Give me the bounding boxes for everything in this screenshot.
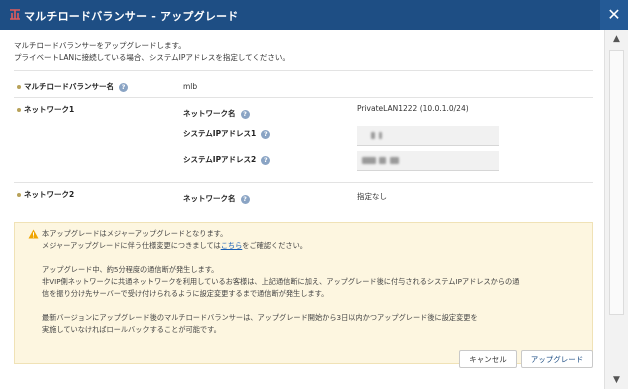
intro-line-1: マルチロードバランサーをアップグレードします。 — [14, 41, 186, 50]
close-button[interactable]: ✕ — [600, 0, 628, 30]
notice-line-3: アップグレード中、約5分程度の通信断が発生します。 — [42, 265, 219, 274]
intro-line-2: プライベートLANに接続している場合、システムIPアドレスを指定してください。 — [14, 53, 290, 62]
system-ip1-label: システムIPアドレス1? — [183, 128, 271, 139]
cancel-button[interactable]: キャンセル — [459, 350, 517, 368]
close-icon: ✕ — [607, 5, 621, 24]
vertical-scrollbar[interactable]: ▲ ▼ — [604, 30, 628, 389]
help-icon[interactable]: ? — [240, 194, 250, 204]
network1-name-value: PrivateLAN1222 (10.0.1.0/24) — [357, 104, 469, 113]
dialog-body: マルチロードバランサーをアップグレードします。 プライベートLANに接続している… — [0, 30, 604, 389]
dialog-title: マルチロードバランサー - アップグレード — [24, 10, 239, 23]
upgrade-notice: 本アップグレードはメジャーアップグレードとなります。 メジャーアップグレードに伴… — [14, 222, 593, 364]
divider — [14, 97, 593, 98]
notice-line-4: 非VIP側ネットワークに共通ネットワークを利用しているお客様は、上記通信断に加え… — [42, 277, 520, 286]
bullet-icon — [17, 85, 21, 89]
scroll-up-icon[interactable]: ▲ — [605, 30, 628, 48]
spec-change-link[interactable]: こちら — [221, 241, 243, 250]
notice-line-6: 最新バージョンにアップグレード後のマルチロードバランサーは、アップグレード開始か… — [42, 313, 478, 322]
upgrade-dialog: マルチロードバランサー - アップグレード ✕ マルチロードバランサーをアップグ… — [0, 0, 628, 389]
help-icon[interactable]: ? — [240, 109, 250, 119]
divider — [14, 70, 593, 71]
mlb-name-value: mlb — [183, 82, 198, 91]
network2-name-value: 指定なし — [357, 192, 387, 201]
notice-line-1: 本アップグレードはメジャーアップグレードとなります。 — [42, 229, 228, 238]
network2-section-label: ネットワーク2 — [24, 190, 75, 199]
notice-line-7: 実施していなければロールバックすることが可能です。 — [42, 325, 221, 334]
help-icon[interactable]: ? — [261, 155, 271, 165]
system-ip1-input[interactable] — [357, 126, 499, 146]
network1-name-label: ネットワーク名? — [183, 108, 250, 119]
intro-text: マルチロードバランサーをアップグレードします。 プライベートLANに接続している… — [14, 40, 290, 64]
upgrade-button[interactable]: アップグレード — [521, 350, 593, 368]
network2-name-label: ネットワーク名? — [183, 193, 250, 204]
dialog-titlebar: マルチロードバランサー - アップグレード ✕ — [0, 0, 628, 30]
app-logo-icon — [10, 9, 20, 20]
notice-line-5: 信を振り分け先サーバーで受け付けられるように設定変更するまで通信断が発生します。 — [42, 289, 329, 298]
divider — [14, 182, 593, 183]
help-icon[interactable]: ? — [119, 82, 128, 92]
system-ip2-label: システムIPアドレス2? — [183, 154, 271, 165]
bullet-icon — [17, 193, 21, 197]
warning-icon — [28, 229, 39, 239]
help-icon[interactable]: ? — [261, 129, 271, 139]
notice-line-2: メジャーアップグレードに伴う仕様変更につきましてはこちらをご確認ください。 — [42, 241, 307, 250]
scroll-down-icon[interactable]: ▼ — [605, 371, 628, 389]
mlb-name-label: マルチロードバランサー名? — [24, 81, 128, 92]
bullet-icon — [17, 108, 21, 112]
system-ip2-input[interactable] — [357, 151, 499, 171]
scrollbar-thumb[interactable] — [609, 50, 624, 315]
network1-section-label: ネットワーク1 — [24, 105, 75, 114]
